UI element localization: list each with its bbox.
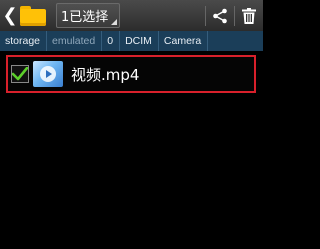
delete-button[interactable] — [235, 0, 263, 31]
breadcrumb: storage emulated 0 DCIM Camera — [0, 31, 263, 51]
chevron-left-icon: ❮ — [2, 5, 18, 26]
back-button[interactable]: ❮ — [0, 0, 20, 31]
dropdown-corner-icon — [111, 19, 117, 25]
video-thumbnail — [33, 61, 63, 87]
breadcrumb-item-emulated[interactable]: emulated — [47, 31, 103, 51]
trash-icon — [242, 7, 256, 24]
share-icon — [213, 8, 227, 23]
breadcrumb-item-0[interactable]: 0 — [102, 31, 121, 51]
file-name: 视频.mp4 — [71, 65, 140, 84]
breadcrumb-item-camera[interactable]: Camera — [159, 31, 209, 51]
play-icon — [40, 66, 56, 82]
folder-icon — [20, 5, 46, 26]
selection-dropdown[interactable]: 1已选择 — [56, 3, 120, 28]
breadcrumb-item-storage[interactable]: storage — [0, 31, 48, 51]
action-bar: ❮ 1已选择 — [0, 0, 263, 31]
selection-checkbox[interactable] — [11, 65, 29, 83]
file-list-item[interactable]: 视频.mp4 — [6, 55, 256, 93]
checkmark-icon — [12, 67, 28, 81]
breadcrumb-item-dcim[interactable]: DCIM — [120, 31, 159, 51]
share-button[interactable] — [206, 0, 234, 31]
selection-count-label: 1已选择 — [61, 10, 109, 25]
